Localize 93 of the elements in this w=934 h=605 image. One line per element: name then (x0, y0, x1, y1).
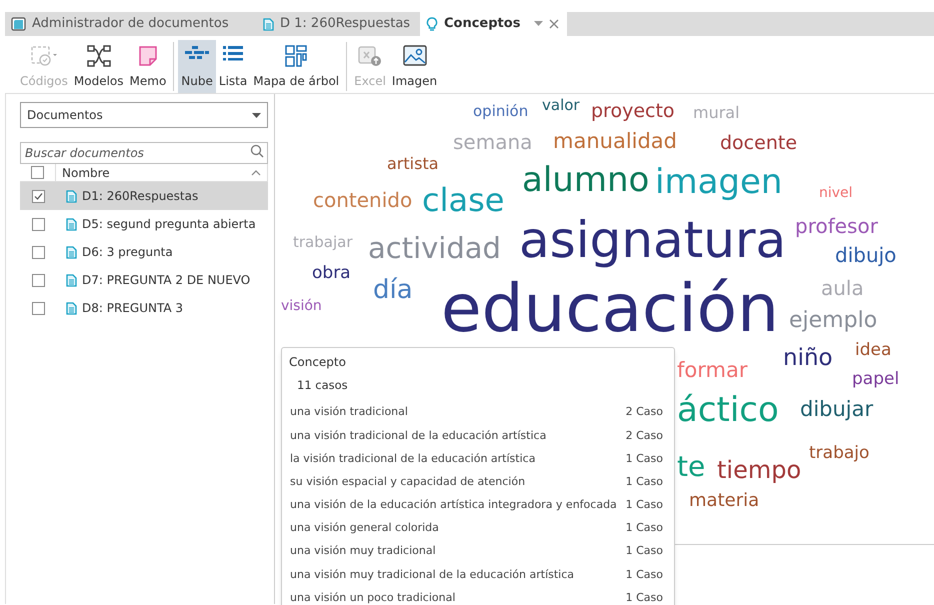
cloud-word[interactable]: trabajo (809, 444, 870, 462)
cloud-word[interactable]: niño (783, 347, 833, 370)
tab[interactable]: D 1: 260Respuestas (245, 12, 420, 36)
case-count: 2 Caso (626, 428, 663, 444)
cloud-word[interactable]: tiempo (717, 458, 802, 482)
document-row[interactable]: D8: PREGUNTA 3 (20, 294, 268, 322)
cloud-word[interactable]: nivel (819, 186, 853, 200)
cloud-word[interactable]: materia (689, 492, 760, 510)
cloud-word[interactable]: formar (677, 360, 748, 382)
document-row[interactable]: D7: PREGUNTA 2 DE NUEVO (20, 266, 268, 294)
cloud-word[interactable]: idea (855, 342, 892, 359)
toolbar-button[interactable]: Modelos (70, 40, 127, 93)
column-header[interactable]: Nombre (56, 164, 268, 181)
phrase-text: su visión espacial y capacidad de atención (290, 474, 526, 490)
cloud-word[interactable]: áctico (677, 393, 779, 428)
document-row[interactable]: D6: 3 pregunta (20, 238, 268, 266)
phrase-text: una visión un poco tradicional (290, 590, 456, 605)
cloud-word[interactable]: proyecto (591, 102, 675, 121)
checkbox[interactable] (32, 274, 44, 286)
case-count: 1 Caso (626, 497, 663, 514)
cloud-word[interactable]: visión (281, 299, 322, 314)
phrase-text: una visión de la educación artística integradora y enfocada (290, 497, 617, 514)
dropdown-icon (252, 112, 261, 118)
cloud-word[interactable]: docente (720, 134, 798, 153)
cloud-word[interactable]: día (373, 276, 413, 303)
cloud-word[interactable]: dibujar (800, 399, 874, 420)
lightbulb-icon (426, 16, 438, 32)
sort-icon (251, 170, 261, 176)
phrase-text: una visión tradicional de la educación artística (290, 428, 546, 444)
toolbar-button[interactable]: Nube (178, 40, 216, 93)
case-count: 1 Caso (626, 450, 663, 467)
cloud-word[interactable]: imagen (655, 165, 782, 200)
search-field[interactable]: Buscar documentos (20, 142, 268, 164)
phrase-text: una visión tradicional (290, 404, 408, 420)
checkbox[interactable] (32, 302, 44, 314)
cloud-word[interactable]: obra (312, 264, 351, 282)
toolbar-button[interactable]: Imagen (388, 40, 440, 93)
document-icon (66, 190, 77, 202)
case-count: 1 Caso (626, 474, 663, 490)
search-icon (250, 144, 264, 158)
case-count: 1 Caso (626, 590, 663, 605)
case-count: 1 Caso (626, 520, 663, 536)
case-count: 1 Caso (626, 543, 663, 560)
popup-title: Concepto (289, 354, 347, 371)
close-icon[interactable] (549, 19, 560, 29)
cloud-word[interactable]: dibujo (835, 245, 896, 265)
network-icon (86, 45, 111, 67)
document-icon (66, 218, 77, 230)
tab[interactable]: Administrador de documentos (5, 12, 245, 36)
document-row[interactable]: D5: segund pregunta abierta (20, 210, 268, 238)
checkbox[interactable] (32, 190, 44, 202)
documents-dropdown[interactable]: Documentos (20, 102, 268, 128)
image-icon (402, 45, 427, 67)
document-icon (66, 246, 77, 258)
word-cloud-icon (184, 45, 210, 61)
document-row[interactable]: D1: 260Respuestas (20, 182, 268, 210)
phrase-text: la visión tradicional de la educación artística (290, 450, 536, 467)
case-count: 2 Caso (626, 404, 663, 420)
treemap-icon (285, 45, 308, 67)
dashed-frame-icon (30, 45, 58, 67)
phrase-text: una visión general colorida (290, 520, 439, 536)
phrase-text: una visión muy tradicional (290, 543, 436, 560)
tab[interactable]: Conceptos (420, 12, 568, 36)
cloud-word[interactable]: profesor (795, 216, 878, 236)
cloud-word[interactable]: manualidad (553, 131, 678, 152)
cloud-word[interactable]: opinión (473, 104, 528, 119)
toolbar-button[interactable]: Mapa de árbol (250, 40, 342, 93)
cloud-word[interactable]: educación (441, 276, 779, 342)
cloud-word[interactable]: ejemplo (789, 310, 878, 332)
cloud-word[interactable]: papel (852, 370, 900, 388)
list-icon (222, 45, 244, 61)
case-count: 1 Caso (626, 566, 663, 583)
cloud-word[interactable]: artista (387, 156, 439, 172)
cloud-word[interactable]: clase (422, 184, 504, 216)
case-count: 11 casos (296, 377, 349, 394)
checkbox[interactable] (32, 218, 44, 230)
sticky-note-icon (138, 45, 158, 67)
dropdown-icon[interactable] (534, 21, 544, 27)
cloud-word[interactable]: valor (542, 98, 580, 113)
cloud-word[interactable]: actividad (368, 234, 501, 264)
spreadsheet-export-icon (358, 45, 382, 67)
toolbar-button[interactable]: Memo (126, 40, 170, 93)
document-icon (66, 274, 77, 286)
toolbar-button[interactable]: Lista (216, 40, 250, 93)
document-icon (66, 302, 77, 314)
cloud-word[interactable]: alumno (522, 163, 650, 198)
phrase-text: una visión muy tradicional de la educación artística (290, 566, 574, 583)
cloud-word[interactable]: contenido (313, 190, 412, 210)
window-icon (11, 17, 26, 31)
document-icon (263, 18, 274, 30)
checkbox[interactable] (31, 166, 44, 179)
checkbox[interactable] (32, 246, 44, 258)
cloud-word[interactable]: te (677, 452, 706, 481)
